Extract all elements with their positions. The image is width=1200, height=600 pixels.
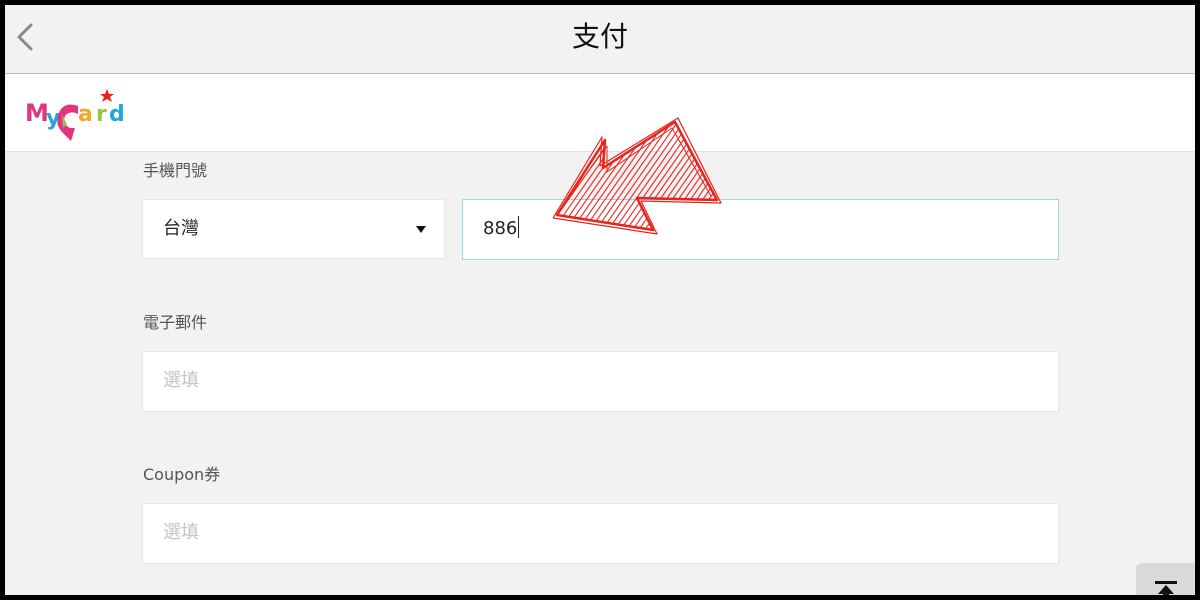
caret-down-icon	[416, 226, 426, 233]
svg-text:a: a	[78, 102, 93, 127]
top-navigation-bar: 支付	[5, 5, 1195, 74]
phone-label: 手機門號	[143, 161, 208, 180]
svg-text:d: d	[109, 102, 125, 127]
page-title: 支付	[571, 20, 628, 53]
svg-text:r: r	[96, 102, 107, 127]
scroll-to-top-button[interactable]	[1136, 563, 1195, 595]
coupon-label: Coupon券	[143, 465, 221, 484]
country-value: 台灣	[163, 218, 199, 239]
red-arrow-annotation	[552, 117, 722, 235]
phone-number-value: 886	[483, 218, 518, 239]
app-frame: 支付 M y a r d 手機門號 台灣 886 電子郵件 選填 Coupon券…	[5, 5, 1195, 595]
email-placeholder: 選填	[163, 370, 199, 391]
email-input[interactable]: 選填	[142, 351, 1059, 412]
mycard-logo: M y a r d	[25, 89, 125, 141]
coupon-placeholder: 選填	[163, 522, 199, 543]
scroll-to-top-icon	[1155, 581, 1177, 595]
text-cursor	[518, 216, 520, 238]
country-select[interactable]: 台灣	[142, 199, 445, 259]
email-label: 電子郵件	[143, 313, 208, 332]
coupon-input[interactable]: 選填	[142, 503, 1059, 564]
